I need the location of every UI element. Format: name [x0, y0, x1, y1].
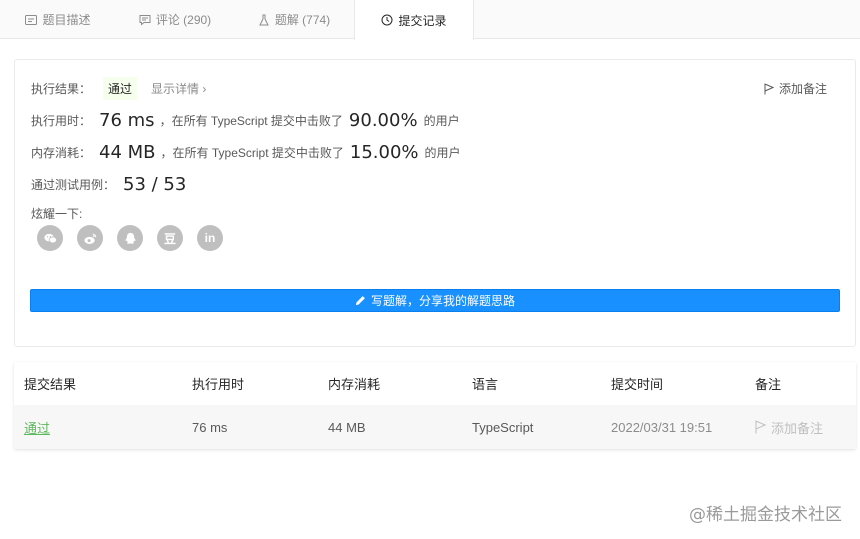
- tab-submissions[interactable]: 提交记录: [354, 0, 474, 40]
- header-note: 备注: [755, 377, 782, 392]
- row-time: 2022/03/31 19:51: [611, 419, 713, 435]
- tab-bar: 题目描述 评论 (290) 题解 (774) 提交记录: [0, 0, 860, 40]
- tab-comments[interactable]: 评论 (290): [116, 0, 234, 39]
- header-language: 语言: [472, 377, 499, 392]
- watermark: @稀土掘金技术社区: [689, 505, 842, 525]
- status-label: 执行结果：: [31, 81, 92, 96]
- result-card: 执行结果： 通过 显示详情 › 添加备注 执行用时： 76 ms ，在所有 Ty…: [14, 59, 856, 347]
- share-label: 炫耀一下:: [31, 206, 83, 221]
- memory-row: 内存消耗： 44 MB ，在所有 TypeScript 提交中击败了 15.00…: [31, 140, 461, 164]
- add-note-button[interactable]: 添加备注: [764, 80, 827, 97]
- tab-label: 题解 (774): [274, 13, 331, 27]
- description-icon: [25, 14, 38, 25]
- memory-mid-text: ，在所有 TypeScript 提交中击败了: [160, 145, 344, 160]
- table-row: 通过 76 ms 44 MB TypeScript 2022/03/31 19:…: [14, 405, 856, 449]
- row-memory: 44 MB: [328, 419, 366, 435]
- header-result: 提交结果: [24, 377, 77, 392]
- row-add-note-label: 添加备注: [771, 420, 824, 436]
- runtime-value: 76 ms: [99, 109, 155, 131]
- douban-glyph: 豆: [163, 231, 176, 246]
- runtime-mid-text: ，在所有 TypeScript 提交中击败了: [159, 113, 343, 128]
- table-header: 提交结果 执行用时 内存消耗 语言 提交时间 备注: [14, 362, 856, 405]
- pencil-icon: [355, 296, 365, 306]
- row-language: TypeScript: [472, 419, 534, 435]
- share-buttons: 豆 in: [37, 225, 223, 251]
- linkedin-icon[interactable]: in: [197, 225, 223, 251]
- write-solution-label: 写题解，分享我的解题思路: [370, 294, 515, 308]
- header-memory: 内存消耗: [328, 377, 381, 392]
- status-badge: 通过: [103, 76, 138, 100]
- tab-label: 提交记录: [398, 13, 447, 28]
- status-row: 执行结果： 通过 显示详情 ›: [31, 76, 206, 100]
- runtime-row: 执行用时： 76 ms ，在所有 TypeScript 提交中击败了 90.00…: [31, 108, 460, 132]
- runtime-percentile: 90.00%: [348, 109, 418, 131]
- runtime-label: 执行用时：: [31, 113, 92, 128]
- flag-icon: [764, 83, 774, 94]
- tab-description[interactable]: 题目描述: [0, 0, 116, 39]
- add-note-label: 添加备注: [778, 82, 827, 96]
- header-runtime: 执行用时: [192, 377, 245, 392]
- write-solution-button[interactable]: 写题解，分享我的解题思路: [30, 289, 840, 312]
- memory-percentile: 15.00%: [349, 141, 419, 163]
- comment-icon: [139, 14, 151, 26]
- header-time: 提交时间: [611, 377, 664, 392]
- row-add-note-button[interactable]: 添加备注: [755, 405, 823, 449]
- tests-row: 通过测试用例： 53 / 53: [31, 172, 191, 196]
- memory-suffix: 的用户: [424, 145, 461, 160]
- submissions-table: 提交结果 执行用时 内存消耗 语言 提交时间 备注 通过 76 ms 44 MB…: [14, 362, 856, 449]
- tab-solutions[interactable]: 题解 (774): [234, 0, 354, 39]
- show-details-link[interactable]: 显示详情 ›: [151, 80, 206, 97]
- linkedin-glyph: in: [204, 231, 216, 245]
- tab-label: 评论 (290): [155, 13, 212, 27]
- row-runtime: 76 ms: [192, 419, 228, 435]
- douban-icon[interactable]: 豆: [157, 225, 183, 251]
- row-result-link[interactable]: 通过: [24, 405, 50, 449]
- clock-icon: [381, 14, 393, 26]
- tab-label: 题目描述: [42, 13, 91, 27]
- flask-icon: [259, 14, 269, 25]
- wechat-icon[interactable]: [37, 225, 63, 251]
- tests-value: 53 / 53: [123, 173, 187, 195]
- memory-value: 44 MB: [99, 141, 156, 163]
- share-label-row: 炫耀一下:: [31, 204, 82, 222]
- runtime-suffix: 的用户: [423, 113, 460, 128]
- tests-label: 通过测试用例：: [31, 177, 116, 192]
- weibo-icon[interactable]: [77, 225, 103, 251]
- flag-icon: [755, 420, 766, 434]
- memory-label: 内存消耗：: [31, 145, 92, 160]
- qq-icon[interactable]: [117, 225, 143, 251]
